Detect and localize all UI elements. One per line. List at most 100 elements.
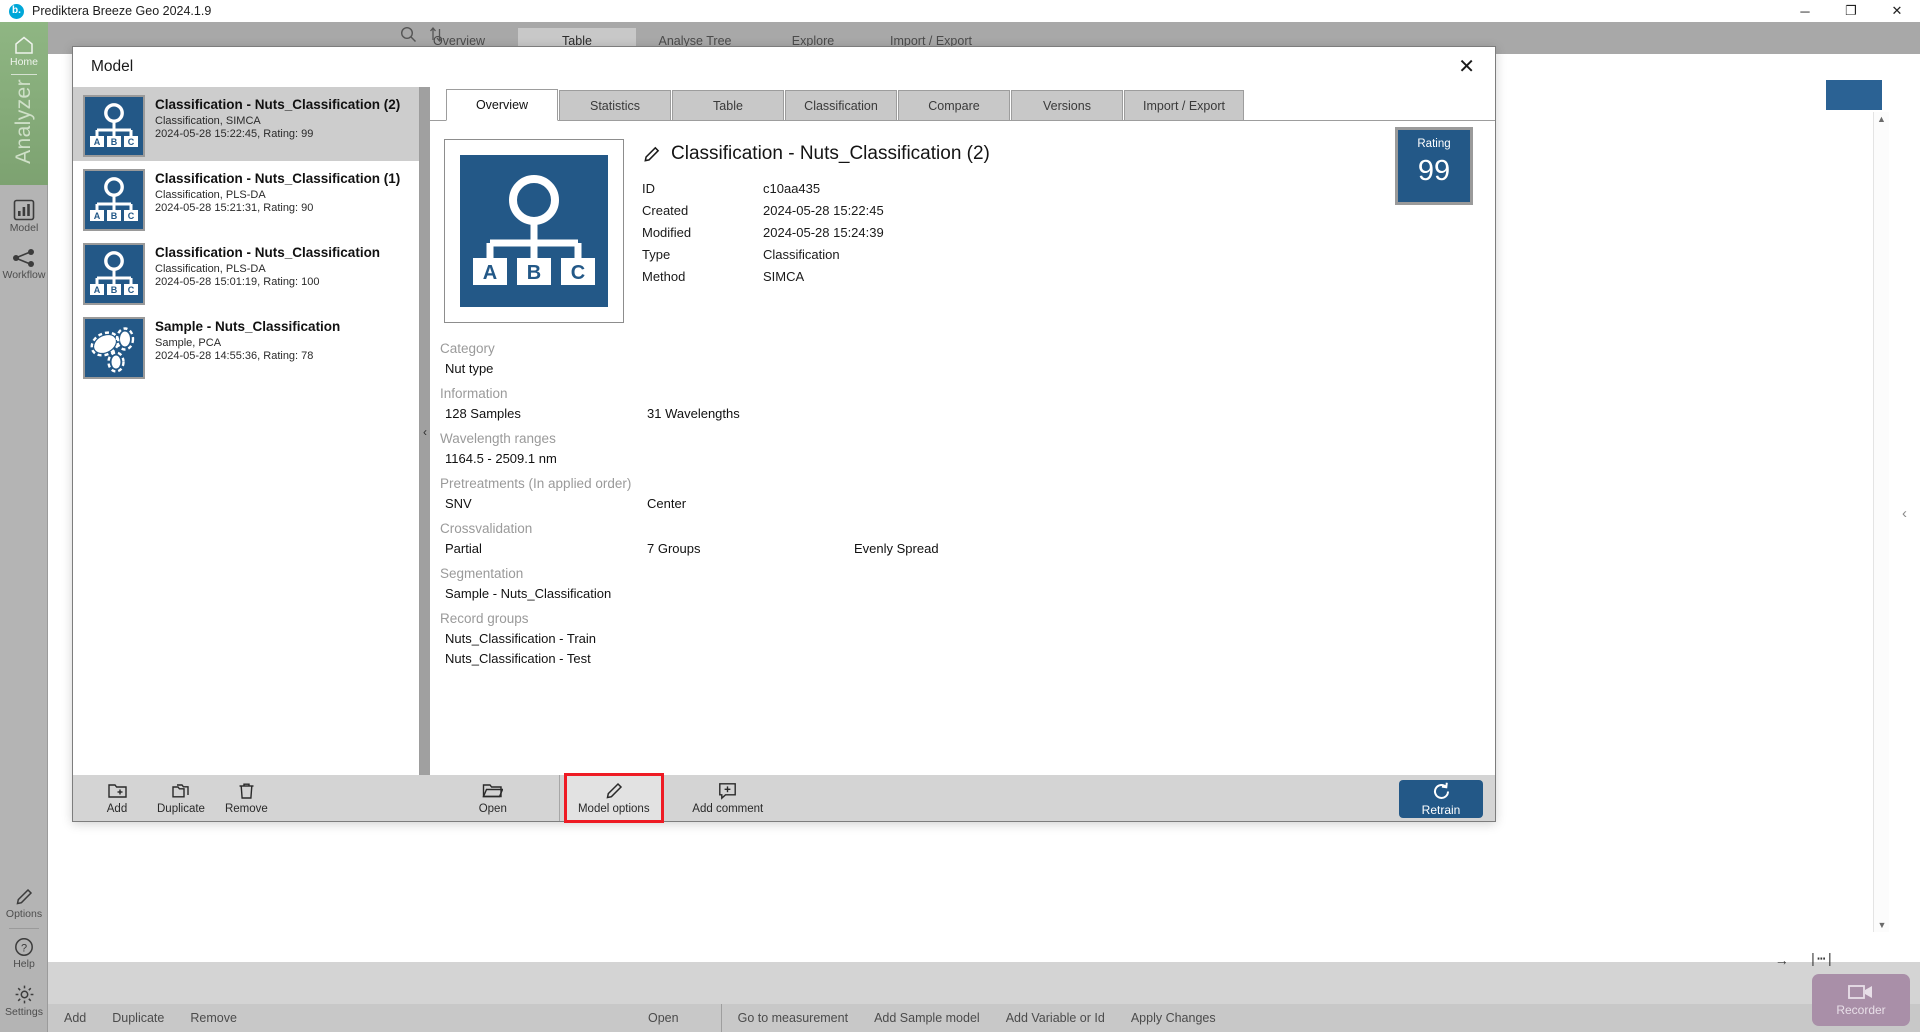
rail-section-label: Analyzer [12, 79, 36, 164]
list-item[interactable]: A B C Classification - Nuts_Classificati… [73, 161, 419, 235]
model-name: Classification - Nuts_Classification (2) [155, 97, 400, 112]
rail-item-model[interactable]: Model [0, 199, 48, 234]
status-remove[interactable]: Remove [190, 1011, 237, 1025]
section-wavelength-ranges: Wavelength ranges 1164.5 - 2509.1 nm [440, 431, 1495, 466]
section-value: Sample - Nuts_Classification [440, 586, 1495, 601]
background-collapse-right-icon[interactable]: ‹ [1902, 505, 1907, 522]
svg-text:A: A [94, 211, 101, 221]
status-add-variable-or-id[interactable]: Add Variable or Id [1006, 1011, 1105, 1025]
model-meta: 2024-05-28 15:22:45, Rating: 99 [155, 128, 400, 140]
model-subtitle: Classification, PLS-DA [155, 263, 380, 275]
list-item[interactable]: Sample - Nuts_Classification Sample, PCA… [73, 309, 419, 383]
section-row: 128 Samples 31 Wavelengths [440, 406, 1495, 421]
refresh-icon [1431, 781, 1452, 802]
background-blue-cell [1826, 80, 1882, 110]
rail-workflow-label: Workflow [3, 269, 46, 281]
duplicate-button-label: Duplicate [157, 803, 205, 815]
section-pretreatments: Pretreatments (In applied order) SNV Cen… [440, 476, 1495, 511]
dialog-close-button[interactable]: ✕ [1450, 54, 1483, 80]
retrain-button-label: Retrain [1422, 803, 1461, 817]
status-duplicate[interactable]: Duplicate [112, 1011, 164, 1025]
rail-item-settings[interactable]: Settings [0, 984, 48, 1018]
copy-icon [171, 782, 190, 800]
section-value: SNV [440, 496, 647, 511]
tab-overview[interactable]: Overview [446, 89, 558, 121]
search-icon[interactable] [400, 26, 417, 43]
tab-versions[interactable]: Versions [1011, 90, 1123, 120]
section-crossvalidation: Crossvalidation Partial 7 Groups Evenly … [440, 521, 1495, 556]
panel-collapse-handle[interactable]: ‹ [420, 87, 430, 777]
tab-statistics[interactable]: Statistics [559, 90, 671, 120]
model-subtitle: Classification, SIMCA [155, 115, 400, 127]
section-information: Information 128 Samples 31 Wavelengths [440, 386, 1495, 421]
property-key: ID [642, 181, 763, 196]
svg-text:C: C [128, 137, 135, 147]
section-heading: Category [440, 341, 1495, 356]
range-icon[interactable]: |⋯| [1809, 951, 1834, 968]
status-left-group: Add Duplicate Remove [48, 1011, 378, 1025]
model-meta: 2024-05-28 15:01:19, Rating: 100 [155, 276, 380, 288]
model-name: Classification - Nuts_Classification [155, 245, 380, 260]
rail-item-workflow[interactable]: Workflow [0, 248, 48, 281]
pencil-icon [604, 782, 624, 800]
list-item[interactable]: A B C Classification - Nuts_Classificati… [73, 235, 419, 309]
pencil-icon[interactable] [642, 145, 661, 164]
model-sections: Category Nut type Information 128 Sample… [430, 323, 1495, 666]
status-go-to-measurement[interactable]: Go to measurement [738, 1011, 848, 1025]
section-record-groups: Record groups Nuts_Classification - Trai… [440, 611, 1495, 666]
background-lower-toolbar: → |⋯| [48, 962, 1920, 1004]
add-button[interactable]: Add [91, 776, 143, 820]
rating-value: 99 [1418, 157, 1450, 186]
tab-compare[interactable]: Compare [898, 90, 1010, 120]
remove-button[interactable]: Remove [219, 776, 274, 820]
status-apply-changes[interactable]: Apply Changes [1131, 1011, 1216, 1025]
section-value: 1164.5 - 2509.1 nm [440, 451, 1495, 466]
sort-icon[interactable] [428, 26, 445, 43]
status-open[interactable]: Open [648, 1011, 679, 1025]
property-row: Type Classification [642, 243, 990, 265]
home-icon [13, 35, 35, 55]
rail-item-help[interactable]: ? Help [0, 937, 48, 970]
maximize-button[interactable]: ❐ [1828, 0, 1874, 22]
status-add-sample-model[interactable]: Add Sample model [874, 1011, 980, 1025]
section-value: Nuts_Classification - Test [440, 651, 1495, 666]
duplicate-button[interactable]: Duplicate [151, 776, 211, 820]
title-bar: b. Prediktera Breeze Geo 2024.1.9 ─ ❐ ✕ [0, 0, 1920, 22]
tab-classification[interactable]: Classification [785, 90, 897, 120]
property-row: Created 2024-05-28 15:22:45 [642, 199, 990, 221]
rail-model-label: Model [10, 222, 39, 234]
app-logo-icon: b. [9, 4, 24, 19]
rail-item-home[interactable]: Home [10, 35, 38, 68]
model-detail-pane: Overview Statistics Table Classification… [430, 87, 1495, 777]
background-search-area [400, 26, 445, 43]
close-window-button[interactable]: ✕ [1874, 0, 1920, 22]
chart-icon [13, 199, 35, 221]
camera-icon [1848, 983, 1874, 1001]
list-item[interactable]: A B C Classification - Nuts_Classificati… [73, 87, 419, 161]
open-button[interactable]: Open [467, 776, 519, 820]
background-scrollbar[interactable]: ▲ ▼ [1873, 112, 1889, 932]
add-comment-button[interactable]: Add comment [680, 776, 776, 820]
rating-label: Rating [1417, 138, 1450, 150]
rail-item-options[interactable]: Options [0, 887, 48, 920]
classification-tree-icon: A B C [83, 95, 145, 157]
tab-import-export[interactable]: Import / Export [1124, 90, 1244, 120]
tab-table[interactable]: Table [672, 90, 784, 120]
section-value: Partial [440, 541, 647, 556]
model-hero: A B C Classification [430, 121, 1495, 323]
section-heading: Information [440, 386, 1495, 401]
workflow-icon [12, 248, 36, 268]
recorder-button[interactable]: Recorder [1812, 974, 1910, 1026]
retrain-button[interactable]: Retrain [1399, 780, 1483, 818]
property-row: Method SIMCA [642, 265, 990, 287]
window-title: Prediktera Breeze Geo 2024.1.9 [32, 4, 211, 18]
sample-blobs-icon [83, 317, 145, 379]
background-lower-icons: → |⋯| [1775, 951, 1834, 968]
section-value: Nuts_Classification - Train [440, 631, 1495, 646]
svg-text:A: A [94, 137, 101, 147]
minimize-button[interactable]: ─ [1782, 0, 1828, 22]
status-add[interactable]: Add [64, 1011, 86, 1025]
dialog-title: Model [91, 58, 133, 76]
model-options-button[interactable]: Model options [566, 775, 662, 821]
arrow-right-icon[interactable]: → [1775, 952, 1789, 968]
